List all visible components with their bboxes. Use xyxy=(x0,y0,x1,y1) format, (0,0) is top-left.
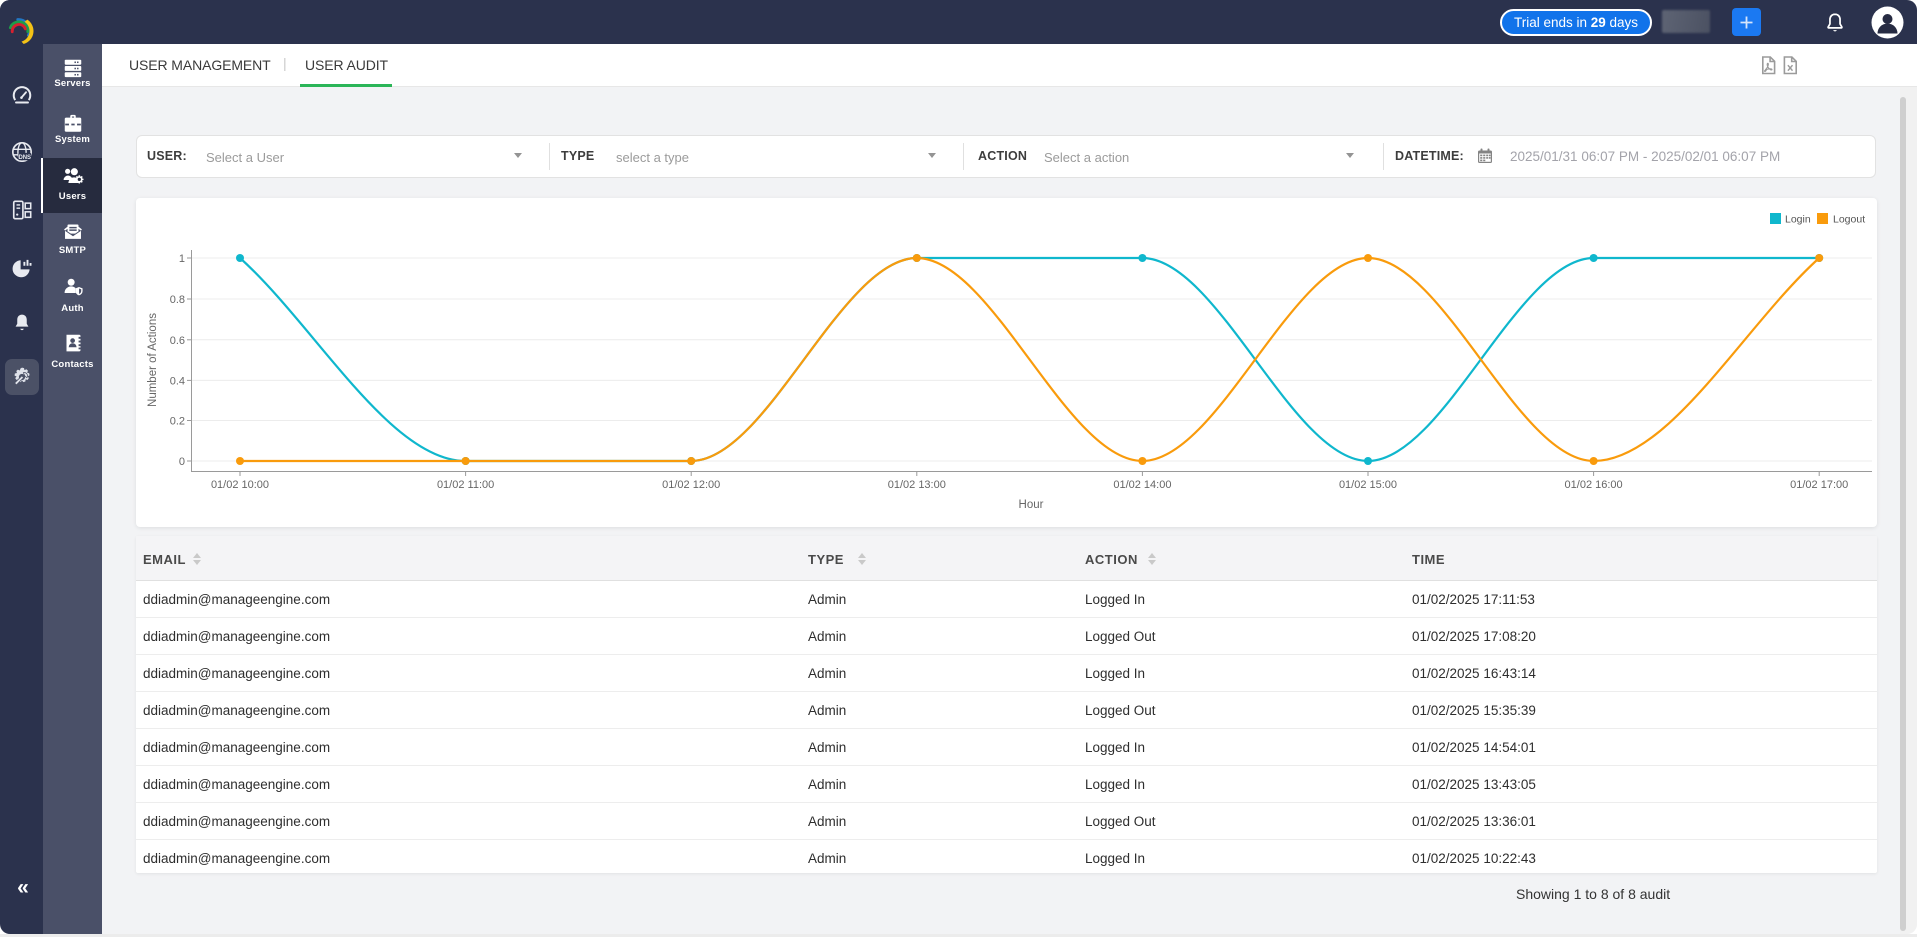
svg-text:01/02 17:00: 01/02 17:00 xyxy=(1790,479,1848,491)
svg-text:0.4: 0.4 xyxy=(170,375,185,387)
svg-text:01/02 11:00: 01/02 11:00 xyxy=(437,479,494,491)
svg-text:0: 0 xyxy=(179,456,185,468)
svg-text:DNS: DNS xyxy=(18,155,31,161)
svg-text:0.8: 0.8 xyxy=(170,294,185,306)
svg-text:Hour: Hour xyxy=(1019,499,1044,511)
svg-text:01/02 14:00: 01/02 14:00 xyxy=(1113,479,1171,491)
svg-text:01/02 15:00: 01/02 15:00 xyxy=(1339,479,1397,491)
svg-text:01/02 13:00: 01/02 13:00 xyxy=(888,479,946,491)
svg-text:1: 1 xyxy=(179,253,185,265)
svg-text:Number of Actions: Number of Actions xyxy=(147,313,159,407)
svg-text:0.6: 0.6 xyxy=(170,335,185,347)
svg-text:Logout: Logout xyxy=(1833,214,1865,226)
svg-text:0.2: 0.2 xyxy=(170,416,185,428)
svg-text:Login: Login xyxy=(1785,214,1811,226)
svg-text:01/02 10:00: 01/02 10:00 xyxy=(211,479,269,491)
svg-text:01/02 12:00: 01/02 12:00 xyxy=(662,479,720,491)
svg-text:01/02 16:00: 01/02 16:00 xyxy=(1565,479,1623,491)
